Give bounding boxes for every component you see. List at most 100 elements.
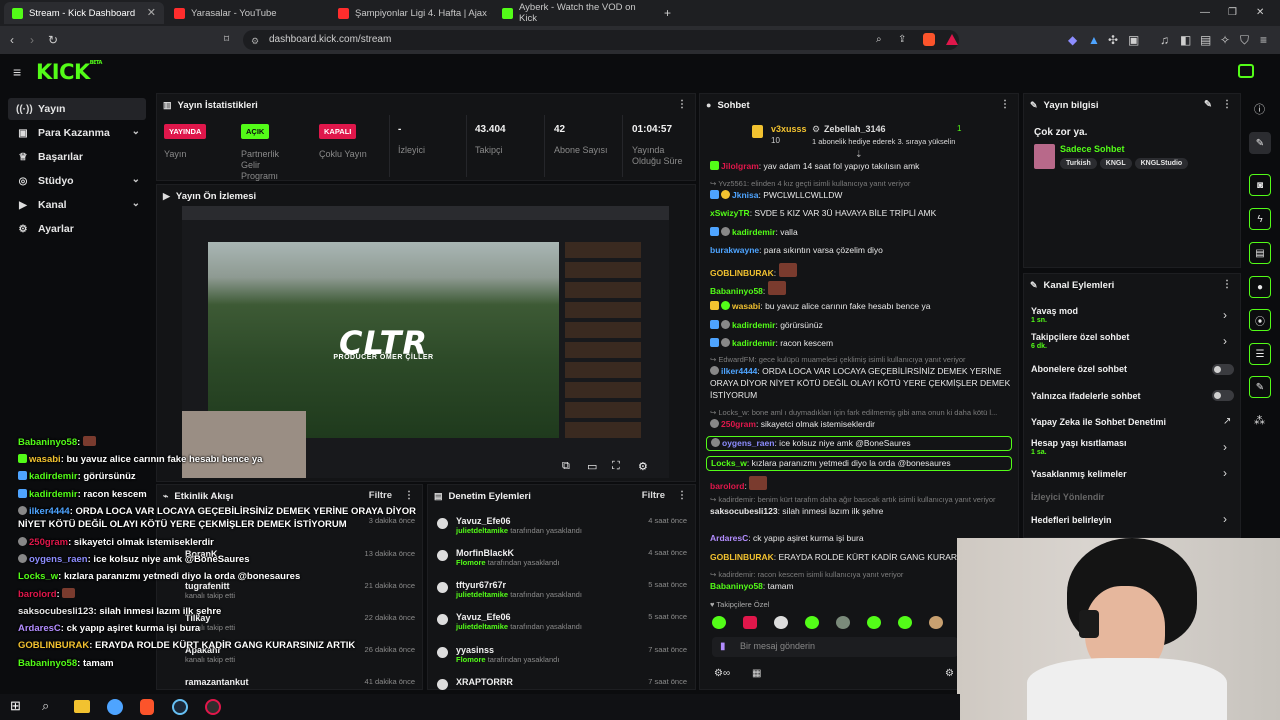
- camera-icon[interactable]: ◙: [1249, 174, 1271, 196]
- filter-button[interactable]: Filtre: [369, 490, 392, 501]
- external-link-icon[interactable]: ↗: [1223, 416, 1231, 427]
- lightning-icon[interactable]: ϟ: [1249, 208, 1271, 230]
- chat-input[interactable]: ▮ Bir mesaj gönderin: [712, 637, 958, 657]
- close-icon[interactable]: ✕: [147, 6, 156, 19]
- chat-username[interactable]: saksocubesli123: [710, 506, 778, 516]
- restore-icon[interactable]: ❐: [1228, 6, 1237, 20]
- more-options-icon[interactable]: ⋮: [1222, 279, 1232, 290]
- steam-icon[interactable]: [172, 699, 188, 715]
- chat-username[interactable]: oygens_raen: [722, 438, 774, 448]
- chat-username[interactable]: kadirdemir: [732, 227, 775, 237]
- sidebar-item-basarilar[interactable]: ♕ Başarılar: [8, 146, 146, 168]
- reload-icon[interactable]: ↻: [48, 33, 58, 47]
- more-options-icon[interactable]: ⋮: [1222, 99, 1232, 110]
- chat-username[interactable]: Jilolgram: [721, 161, 759, 171]
- chrome-icon[interactable]: [107, 699, 123, 715]
- edit-icon[interactable]: ✎: [1204, 99, 1212, 110]
- sidebar-item-ayarlar[interactable]: ⚙ Ayarlar: [8, 218, 146, 240]
- brave-shield-icon[interactable]: [923, 33, 935, 46]
- pin-icon[interactable]: ⇣: [855, 149, 863, 160]
- settings-icon[interactable]: ⚙∞: [714, 668, 730, 679]
- chevron-right-icon[interactable]: ›: [1223, 512, 1227, 526]
- chevron-right-icon[interactable]: ›: [1223, 466, 1227, 480]
- site-info-icon[interactable]: ⚙: [251, 34, 259, 48]
- stream-category[interactable]: Sadece Sohbet: [1060, 144, 1125, 154]
- extension-icon[interactable]: ◆: [1068, 33, 1077, 47]
- more-options-icon[interactable]: ⋮: [1000, 99, 1010, 110]
- forward-icon[interactable]: ›: [30, 33, 34, 47]
- chevron-right-icon[interactable]: ›: [1223, 334, 1227, 348]
- file-explorer-icon[interactable]: [74, 700, 90, 713]
- bookmark-icon[interactable]: ⌑: [224, 33, 229, 47]
- tag-chip[interactable]: KNGLStudio: [1134, 158, 1189, 169]
- mic-icon[interactable]: ▮: [720, 641, 726, 652]
- vpn-icon[interactable]: ⛉: [1240, 33, 1249, 47]
- info-icon[interactable]: ⓘ: [1254, 101, 1265, 117]
- chat-username[interactable]: GOBLINBURAK: [710, 552, 774, 562]
- action-slow-mode[interactable]: Yavaş mod 1 sn.: [1031, 306, 1078, 324]
- theater-icon[interactable]: ▭: [587, 460, 597, 473]
- tab-youtube-2[interactable]: Şampiyonlar Ligi 4. Hafta | Ajax - Gal: [330, 2, 490, 24]
- share-icon[interactable]: ⇪: [898, 33, 906, 47]
- screenshot-icon[interactable]: ▣: [1128, 33, 1139, 47]
- kick-logo[interactable]: KICKBETA: [36, 60, 102, 84]
- menu-icon[interactable]: ≡: [1260, 33, 1267, 47]
- chat-username[interactable]: ilker4444: [721, 366, 757, 376]
- list-icon[interactable]: ☰: [1249, 343, 1271, 365]
- window-close-icon[interactable]: ✕: [1256, 6, 1264, 20]
- more-options-icon[interactable]: ⋮: [677, 490, 687, 501]
- nodes-icon[interactable]: ⁂: [1254, 414, 1265, 427]
- chat-username[interactable]: burakwayne: [710, 245, 759, 255]
- document-icon[interactable]: ▤: [1249, 242, 1271, 264]
- emote-icon[interactable]: [836, 616, 850, 629]
- brave-rewards-icon[interactable]: [946, 34, 958, 45]
- studio-switch-icon[interactable]: [1238, 64, 1254, 78]
- tag-chip[interactable]: KNGL: [1099, 158, 1132, 169]
- fullscreen-icon[interactable]: ⛶: [612, 460, 620, 473]
- url-input[interactable]: dashboard.kick.com/stream: [243, 30, 959, 50]
- edit-layout-icon[interactable]: ✎: [1249, 132, 1271, 154]
- chat-username[interactable]: GOBLINBURAK: [710, 268, 774, 278]
- chevron-right-icon[interactable]: ›: [1223, 308, 1227, 322]
- emote-icon[interactable]: [774, 616, 788, 629]
- obs-icon[interactable]: [205, 699, 221, 715]
- chat-bubble-icon[interactable]: ●: [1249, 276, 1271, 298]
- stream-preview-video[interactable]: CLTR PRODUCER ÖMER ÇİLLER ⧉ ▭ ⛶ ⚙: [182, 206, 669, 478]
- broadcast-icon[interactable]: ⦿: [1249, 309, 1271, 331]
- sidebar-item-para-kazanma[interactable]: ▣ Para Kazanma ⌄: [8, 122, 146, 144]
- chat-username[interactable]: Jknisa: [732, 190, 758, 200]
- brave-icon[interactable]: [140, 699, 154, 715]
- minimize-icon[interactable]: —: [1200, 6, 1210, 20]
- wallet-icon[interactable]: ▤: [1200, 33, 1211, 47]
- emote-icon[interactable]: [712, 616, 726, 629]
- chat-username[interactable]: ArdaresC: [710, 533, 748, 543]
- pip-icon[interactable]: ⧉: [562, 460, 570, 473]
- emote-icon[interactable]: [898, 616, 912, 629]
- filter-button[interactable]: Filtre: [642, 490, 665, 501]
- zoom-icon[interactable]: ⌕: [876, 33, 882, 47]
- search-icon[interactable]: ⌕: [42, 698, 49, 714]
- gear-icon[interactable]: ⚙: [945, 668, 954, 679]
- tab-kick-vod[interactable]: Ayberk - Watch the VOD on Kick: [494, 2, 654, 24]
- emote-icon[interactable]: [743, 616, 757, 629]
- extension-icon[interactable]: ▲: [1088, 33, 1100, 47]
- media-icon[interactable]: ♫: [1160, 33, 1169, 47]
- new-tab-icon[interactable]: +: [664, 6, 671, 20]
- more-options-icon[interactable]: ⋮: [677, 99, 687, 110]
- chat-username[interactable]: kadirdemir: [732, 320, 775, 330]
- store-icon[interactable]: ▦: [752, 668, 761, 679]
- action-ai-moderation[interactable]: Yapay Zeka ile Sohbet Denetimi: [1031, 417, 1166, 427]
- more-options-icon[interactable]: ⋮: [404, 490, 414, 501]
- action-followers-only[interactable]: Takipçilere özel sohbet 6 dk.: [1031, 332, 1129, 350]
- chat-username[interactable]: 250gram: [721, 419, 756, 429]
- chevron-right-icon[interactable]: ›: [1223, 440, 1227, 454]
- chat-username[interactable]: wasabi: [732, 301, 760, 311]
- tab-kick-dashboard[interactable]: Stream - Kick Dashboard ✕: [4, 2, 164, 24]
- action-set-goals[interactable]: Hedefleri belirleyin: [1031, 515, 1112, 525]
- back-icon[interactable]: ‹: [10, 33, 14, 47]
- chat-username[interactable]: barolord: [710, 481, 744, 491]
- chat-username[interactable]: Babaninyo58: [710, 286, 763, 296]
- puzzle-icon[interactable]: ✣: [1108, 33, 1118, 47]
- settings-icon[interactable]: ⚙: [638, 460, 648, 473]
- subscribers-only-toggle[interactable]: [1212, 364, 1234, 375]
